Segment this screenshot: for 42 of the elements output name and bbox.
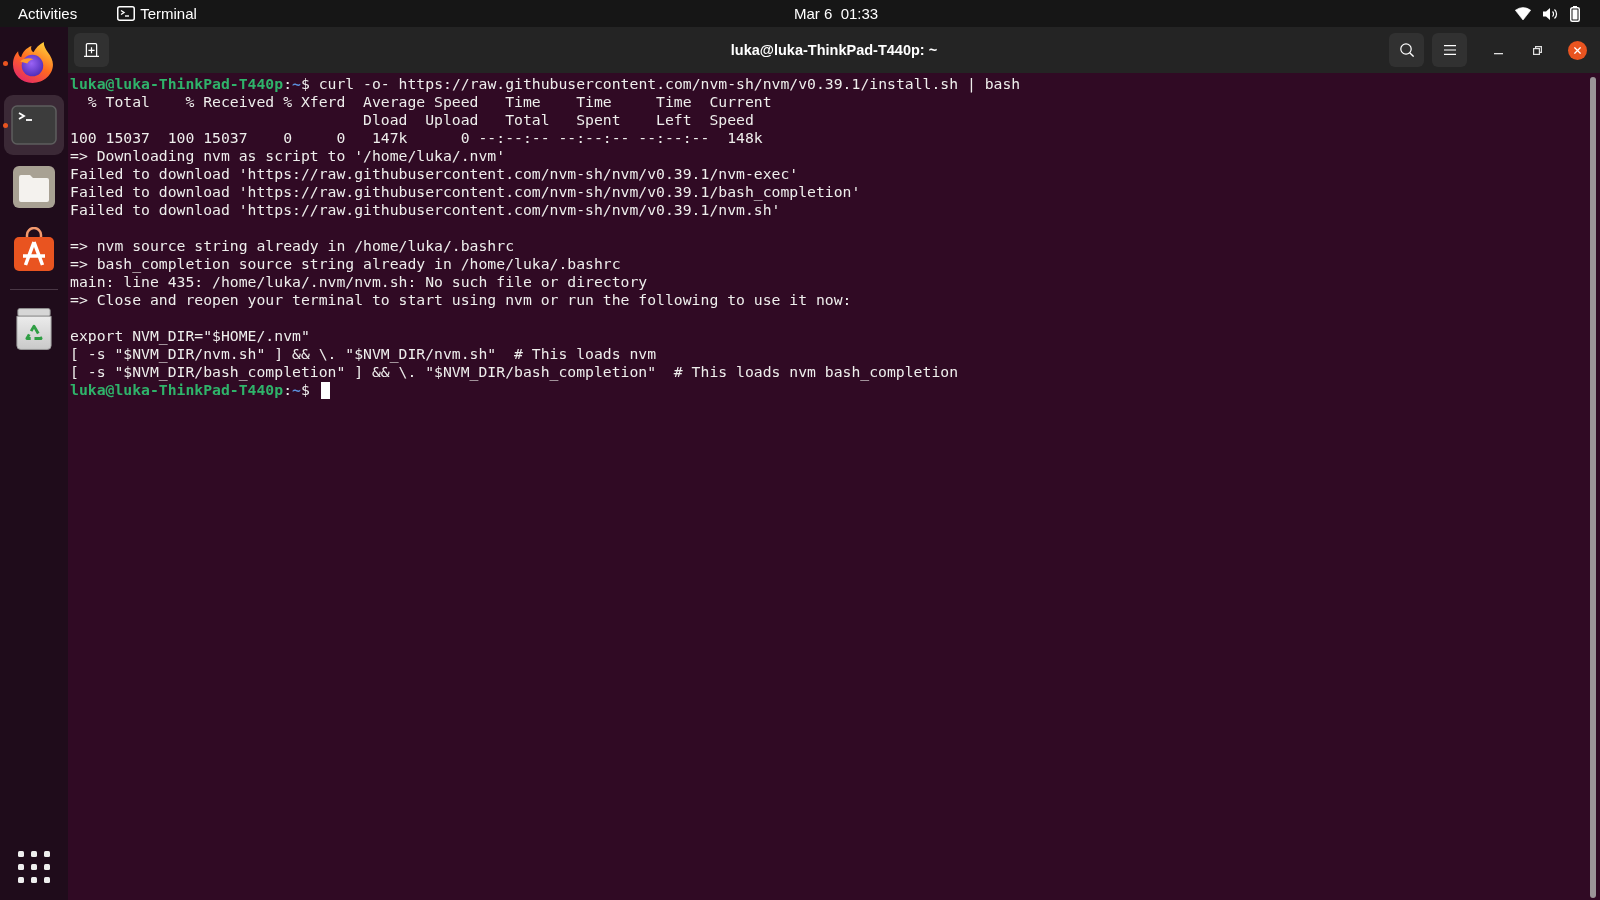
activities-button[interactable]: Activities	[10, 3, 86, 24]
terminal-text: % Total % Received % Xferd Average Speed Time Time Time Current	[86, 93, 772, 111]
terminal-text: Failed to download 'https://raw.githubusercontent.com/nvm-sh/nvm/v0.39.1/nvm.sh'	[70, 201, 781, 219]
minimize-icon	[1493, 53, 1503, 55]
shell-prompt: luka@luka-ThinkPad-T440p:~$	[70, 381, 310, 399]
new-tab-button[interactable]	[74, 33, 109, 67]
close-button[interactable]	[1568, 40, 1587, 60]
terminal-text: [ -s "$NVM_DIR/nvm.sh" ] && \. "$NVM_DIR/nvm.sh" # This loads nvm	[70, 345, 657, 363]
terminal-text: => Close and reopen your terminal to start using nvm or run the following to use it now:	[70, 291, 852, 309]
terminal-text: => Downloading nvm as script to '/home/luka/.nvm'	[70, 147, 506, 165]
new-tab-icon	[84, 43, 99, 57]
scrollbar-thumb[interactable]	[1590, 77, 1596, 898]
wifi-icon[interactable]	[1515, 7, 1531, 20]
menu-icon	[1443, 45, 1456, 55]
shopping-bag-icon	[13, 227, 55, 271]
terminal-text: Dload Upload Total Spent Left Speed	[362, 111, 754, 129]
terminal-text: Failed to download 'https://raw.githubusercontent.com/nvm-sh/nvm/v0.39.1/bash_completion'	[70, 183, 861, 201]
search-button[interactable]	[1389, 33, 1424, 67]
fox-globe-icon	[13, 42, 55, 84]
menu-button[interactable]	[1432, 33, 1467, 67]
terminal-text: export NVM_DIR="$HOME/.nvm"	[70, 327, 310, 345]
shell-prompt: luka@luka-ThinkPad-T440p:~$	[70, 75, 310, 93]
terminal-text: Failed to download 'https://raw.githubusercontent.com/nvm-sh/nvm/v0.39.1/nvm-exec'	[70, 165, 799, 183]
volume-icon[interactable]	[1543, 6, 1558, 21]
search-icon	[1399, 43, 1414, 57]
recycle-bin-icon	[15, 308, 53, 350]
battery-icon[interactable]	[1570, 5, 1580, 22]
restore-icon	[1532, 45, 1542, 55]
terminal-icon	[117, 6, 136, 21]
close-icon	[1574, 46, 1581, 54]
terminal-text: [ -s "$NVM_DIR/bash_completion" ] && \. "$NVM_DIR/bash_completion" # This loads nvm bash_completion	[70, 363, 959, 381]
terminal-text: 100 15037 100 15037 0 0 147k 0 --:--:-- --:--:-- --:--:-- 148k	[70, 129, 763, 147]
command-text: curl -o- https://raw.githubusercontent.com/nvm-sh/nvm/v0.39.1/install.sh | bash	[318, 75, 1021, 93]
clock[interactable]: Mar 6 01:33	[786, 3, 887, 24]
window-title: luka@luka-ThinkPad-T440p: ~	[730, 42, 938, 58]
grid-icon	[18, 851, 50, 883]
terminal-text: => bash_completion source string already in /home/luka/.bashrc	[70, 255, 621, 273]
app-menu[interactable]: Terminal	[109, 3, 205, 24]
terminal-icon	[11, 105, 57, 145]
terminal-text: main: line 435: /home/luka/.nvm/nvm.sh: No such file or directory	[70, 273, 648, 291]
terminal-text: => nvm source string already in /home/luka/.bashrc	[70, 237, 514, 255]
folder-icon	[13, 166, 55, 208]
